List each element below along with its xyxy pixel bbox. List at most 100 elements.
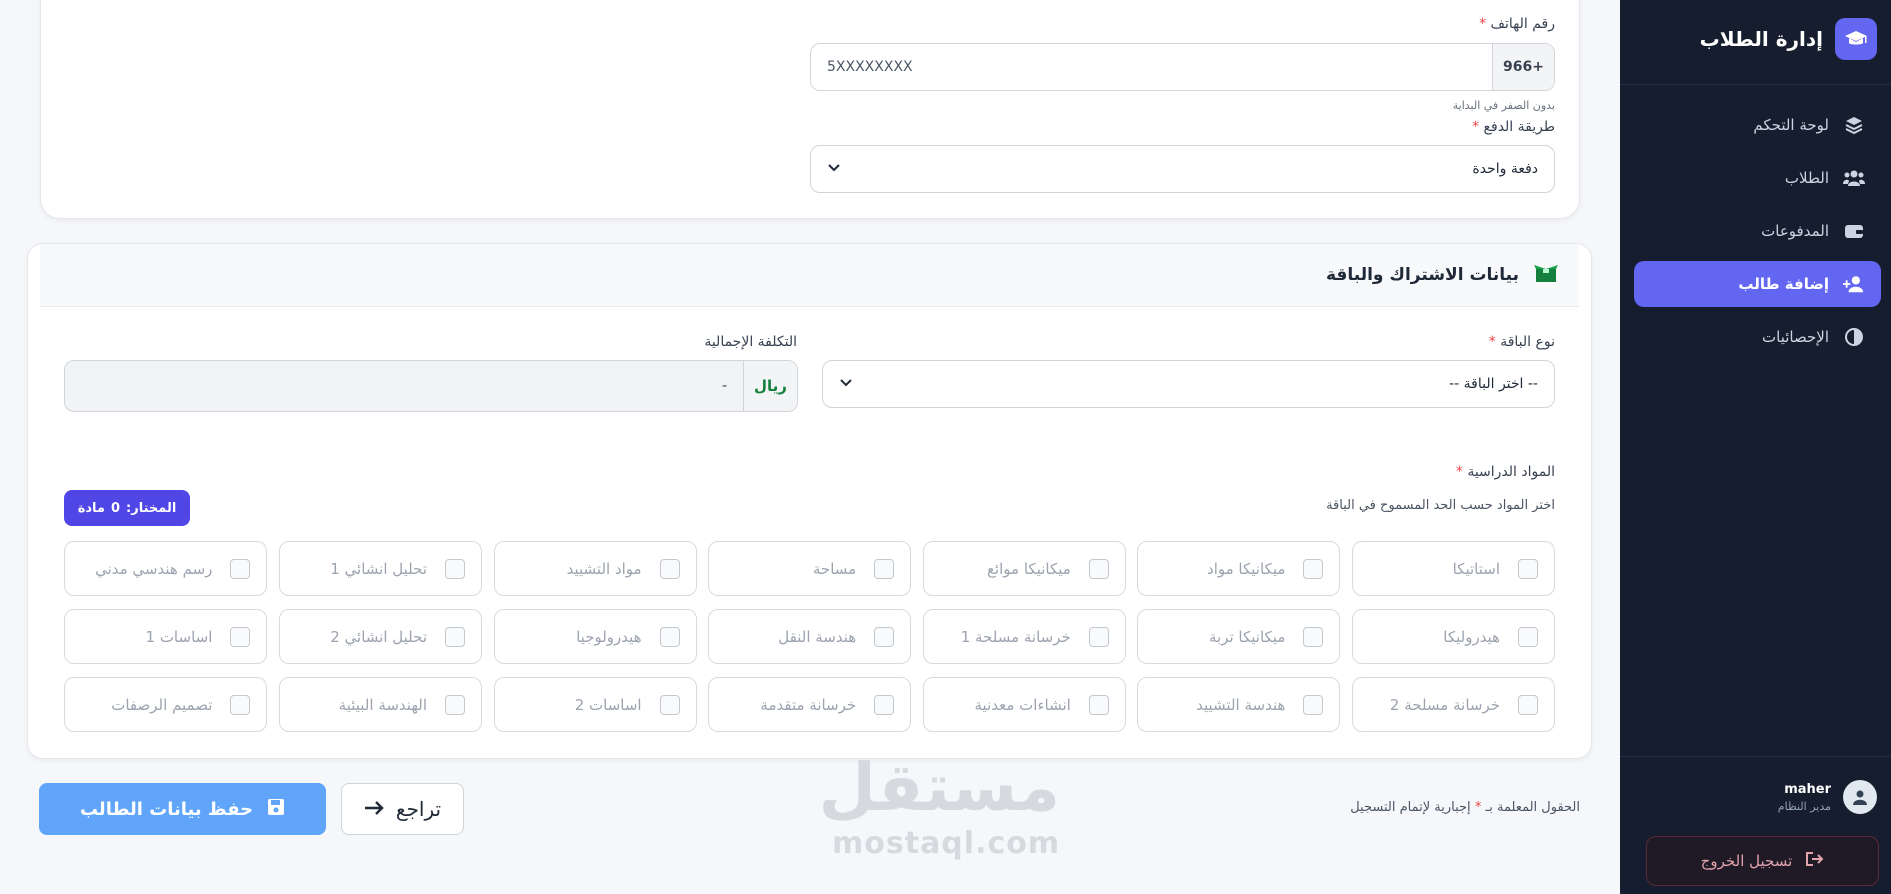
cost-label: التكلفة الإجمالية <box>704 334 797 350</box>
subject-label: هندسة النقل <box>778 627 857 646</box>
divider <box>1620 84 1891 85</box>
subject-checkbox[interactable] <box>445 626 465 647</box>
subject-checkbox[interactable] <box>659 626 680 647</box>
subject-checkbox[interactable] <box>1303 626 1324 647</box>
subject-label: خرسانة متقدمة <box>760 695 857 714</box>
payment-method-value: دفعة واحدة <box>1472 161 1538 177</box>
subject-label: اساسات 2 <box>574 695 642 714</box>
selected-count: 0 <box>110 500 121 516</box>
box-icon <box>1533 262 1559 288</box>
sidebar-item-statistics[interactable]: الإحصائيات <box>1634 314 1881 360</box>
logout-button[interactable]: تسجيل الخروج <box>1646 836 1879 886</box>
subjects-hint: اختر المواد حسب الحد المسموح في الباقة <box>1326 498 1555 513</box>
selected-count-badge: المختار: 0 مادة <box>64 490 190 526</box>
chevron-down-icon <box>827 161 841 177</box>
subject-label: استاتيكا <box>1452 559 1500 578</box>
subject-option[interactable]: هيدرولوجيا <box>493 609 697 664</box>
user-plus-icon <box>1843 274 1865 294</box>
watermark-logo: مستقل mostaql.com <box>818 749 1061 861</box>
subject-checkbox[interactable] <box>230 626 251 647</box>
sidebar-item-payments[interactable]: المدفوعات <box>1634 208 1881 254</box>
subject-label: ميكانيكا مواد <box>1207 559 1286 578</box>
subject-option[interactable]: الهندسة البيئية <box>279 677 482 732</box>
subject-checkbox[interactable] <box>230 558 251 579</box>
subjects-label: المواد الدراسية * <box>1455 464 1555 480</box>
package-placeholder: -- اختر الباقة -- <box>1449 376 1538 392</box>
subject-checkbox[interactable] <box>1303 558 1324 579</box>
sidebar-item-students[interactable]: الطلاب <box>1634 155 1881 201</box>
graduation-cap-icon <box>1835 18 1877 60</box>
subject-option[interactable]: خرسانة متقدمة <box>708 677 912 732</box>
back-button[interactable]: تراجع <box>341 783 464 835</box>
subject-option[interactable]: ميكانيكا تربة <box>1137 609 1341 664</box>
subject-checkbox[interactable] <box>874 694 895 715</box>
subject-checkbox[interactable] <box>1088 626 1109 647</box>
save-label: حفظ بيانات الطالب <box>79 798 254 820</box>
subject-checkbox[interactable] <box>445 694 465 715</box>
save-student-button[interactable]: حفظ بيانات الطالب <box>39 783 326 835</box>
subject-checkbox[interactable] <box>1518 626 1538 647</box>
total-cost-field: - ريال <box>64 360 798 412</box>
subject-checkbox[interactable] <box>445 558 465 579</box>
subject-label: ميكانيكا موائع <box>986 559 1071 578</box>
subject-checkbox[interactable] <box>659 694 680 715</box>
subject-option[interactable]: انشاءات معدنية <box>922 677 1126 732</box>
subject-option[interactable]: تحليل انشائي 2 <box>279 609 482 664</box>
subject-option[interactable]: هندسة النقل <box>708 609 912 664</box>
layers-icon <box>1843 115 1865 135</box>
currency-label: ريال <box>743 361 797 411</box>
subject-checkbox[interactable] <box>874 558 895 579</box>
subject-checkbox[interactable] <box>1088 694 1109 715</box>
subject-label: هيدرولوجيا <box>576 627 642 646</box>
phone-country-code: 966+ <box>1492 44 1554 90</box>
sidebar-item-label: لوحة التحكم <box>1753 116 1829 134</box>
subject-option[interactable]: مواد التشييد <box>493 541 697 596</box>
subject-option[interactable]: تصميم الرصفات <box>64 677 268 732</box>
subject-checkbox[interactable] <box>659 558 680 579</box>
subject-label: تحليل انشائي 2 <box>330 627 427 646</box>
sidebar-item-label: إضافة طالب <box>1738 275 1829 293</box>
subject-option[interactable]: اساسات 1 <box>64 609 268 664</box>
subject-option[interactable]: رسم هندسي مدني <box>64 541 268 596</box>
logout-label: تسجيل الخروج <box>1700 852 1793 870</box>
phone-field: 966+ <box>810 43 1555 91</box>
users-icon <box>1843 169 1865 187</box>
subject-option[interactable]: اساسات 2 <box>493 677 697 732</box>
user-role: مدير النظام <box>1777 799 1831 813</box>
subject-option[interactable]: ميكانيكا موائع <box>922 541 1126 596</box>
subscription-header: بيانات الاشتراك والباقة <box>40 244 1579 307</box>
subject-option[interactable]: خرسانة مسلحة 2 <box>1352 677 1555 732</box>
subject-checkbox[interactable] <box>1303 694 1324 715</box>
package-label: نوع الباقة * <box>1488 334 1555 350</box>
subject-checkbox[interactable] <box>1518 558 1538 579</box>
subject-option[interactable]: مساحة <box>708 541 912 596</box>
subject-option[interactable]: تحليل انشائي 1 <box>279 541 482 596</box>
phone-label: رقم الهاتف * <box>1479 16 1555 32</box>
payment-method-select[interactable]: دفعة واحدة <box>810 145 1555 193</box>
subject-label: خرسانة مسلحة 1 <box>960 627 1071 646</box>
divider <box>1620 756 1891 757</box>
subject-label: الهندسة البيئية <box>338 695 427 714</box>
subject-option[interactable]: هيدروليكا <box>1352 609 1555 664</box>
brand: إدارة الطلاب <box>1700 18 1877 60</box>
subject-label: انشاءات معدنية <box>974 695 1071 714</box>
phone-input[interactable] <box>811 44 1492 90</box>
avatar <box>1843 780 1877 814</box>
sidebar-item-label: الإحصائيات <box>1762 328 1829 346</box>
sidebar-item-add-student[interactable]: إضافة طالب <box>1634 261 1881 307</box>
subject-option[interactable]: خرسانة مسلحة 1 <box>922 609 1126 664</box>
subject-option[interactable]: ميكانيكا مواد <box>1137 541 1341 596</box>
user-name: maher <box>1784 781 1831 797</box>
subject-label: خرسانة مسلحة 2 <box>1389 695 1500 714</box>
subject-checkbox[interactable] <box>1088 558 1109 579</box>
subject-checkbox[interactable] <box>230 694 251 715</box>
phone-hint: بدون الصفر في البداية <box>1452 99 1555 112</box>
subject-checkbox[interactable] <box>1518 694 1538 715</box>
package-select[interactable]: -- اختر الباقة -- <box>822 360 1555 408</box>
subject-option[interactable]: هندسة التشييد <box>1137 677 1341 732</box>
back-label: تراجع <box>395 797 442 821</box>
subject-checkbox[interactable] <box>874 626 895 647</box>
sidebar-item-dashboard[interactable]: لوحة التحكم <box>1634 102 1881 148</box>
subject-option[interactable]: استاتيكا <box>1352 541 1555 596</box>
sidebar: إدارة الطلاب لوحة التحكم الطلاب المدفوعا… <box>1620 0 1891 894</box>
